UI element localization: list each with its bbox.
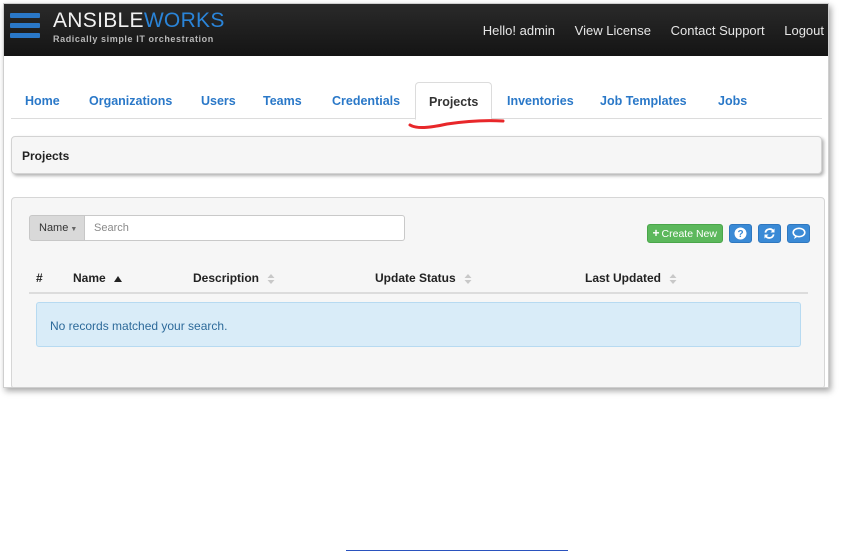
- main-tabs: Home Organizations Users Teams Credentia…: [11, 82, 822, 120]
- user-greeting: Hello! admin: [482, 23, 556, 38]
- chat-icon[interactable]: [787, 224, 810, 243]
- create-new-button[interactable]: + Create New: [646, 224, 723, 243]
- create-new-label: Create New: [661, 228, 717, 240]
- brand-main: ANSIBLE: [53, 9, 144, 32]
- empty-results-message: No records matched your search.: [50, 319, 228, 333]
- tab-job-templates[interactable]: Job Templates: [600, 82, 687, 119]
- top-header: ANSIBLEWORKS Radically simple IT orchest…: [4, 4, 828, 56]
- brand-tagline: Radically simple IT orchestration: [53, 34, 214, 44]
- table-header: # Name Description Update Status Last Up…: [29, 259, 808, 294]
- svg-text:?: ?: [737, 229, 743, 240]
- sort-icon: [464, 273, 472, 284]
- tab-home[interactable]: Home: [25, 82, 60, 119]
- tab-jobs[interactable]: Jobs: [718, 82, 747, 119]
- sort-icon: [669, 273, 677, 284]
- tab-users[interactable]: Users: [201, 82, 236, 119]
- page-title: Projects: [22, 149, 70, 163]
- col-update-status[interactable]: Update Status: [375, 271, 472, 285]
- empty-results-alert: No records matched your search.: [36, 302, 801, 347]
- menu-icon[interactable]: [10, 13, 40, 41]
- tab-credentials[interactable]: Credentials: [332, 82, 400, 119]
- caret-down-icon: ▼: [70, 226, 78, 233]
- search-group: Name ▼: [29, 215, 405, 241]
- app-window: ANSIBLEWORKS Radically simple IT orchest…: [3, 3, 829, 388]
- search-input[interactable]: [85, 215, 405, 241]
- refresh-icon[interactable]: [758, 224, 781, 243]
- col-name[interactable]: Name: [73, 271, 122, 285]
- col-description[interactable]: Description: [193, 271, 275, 285]
- col-update-status-label: Update Status: [375, 271, 456, 285]
- projects-list-panel: Name▼ +Create New ? # Name Description U…: [11, 197, 825, 387]
- divider-line: [346, 550, 568, 551]
- logout-link[interactable]: Logout: [784, 23, 824, 38]
- search-field-dropdown[interactable]: Name ▼: [29, 215, 85, 241]
- list-actions: + Create New ?: [646, 224, 810, 243]
- search-field-label: Name: [39, 222, 69, 234]
- tab-teams[interactable]: Teams: [263, 82, 302, 119]
- tab-projects[interactable]: Projects: [415, 82, 493, 120]
- brand-accent: WORKS: [143, 9, 225, 32]
- contact-support-link[interactable]: Contact Support: [671, 23, 765, 38]
- sort-asc-icon: [113, 275, 122, 282]
- annotation-underline: [408, 119, 505, 129]
- col-index: #: [36, 271, 43, 285]
- tab-organizations[interactable]: Organizations: [89, 82, 172, 119]
- plus-icon: +: [652, 226, 660, 240]
- col-last-updated[interactable]: Last Updated: [585, 271, 677, 285]
- sort-icon: [267, 273, 275, 284]
- page-title-panel: Projects: [11, 136, 822, 174]
- help-icon[interactable]: ?: [729, 224, 752, 243]
- tab-inventories[interactable]: Inventories: [507, 82, 574, 119]
- col-description-label: Description: [193, 271, 260, 285]
- col-last-updated-label: Last Updated: [585, 271, 662, 285]
- col-name-label: Name: [73, 271, 106, 285]
- brand-name: ANSIBLEWORKS: [53, 10, 225, 32]
- top-nav: Hello! admin View License Contact Suppor…: [467, 23, 824, 38]
- view-license-link[interactable]: View License: [575, 23, 651, 38]
- brand-logo[interactable]: ANSIBLEWORKS Radically simple IT orchest…: [53, 10, 225, 45]
